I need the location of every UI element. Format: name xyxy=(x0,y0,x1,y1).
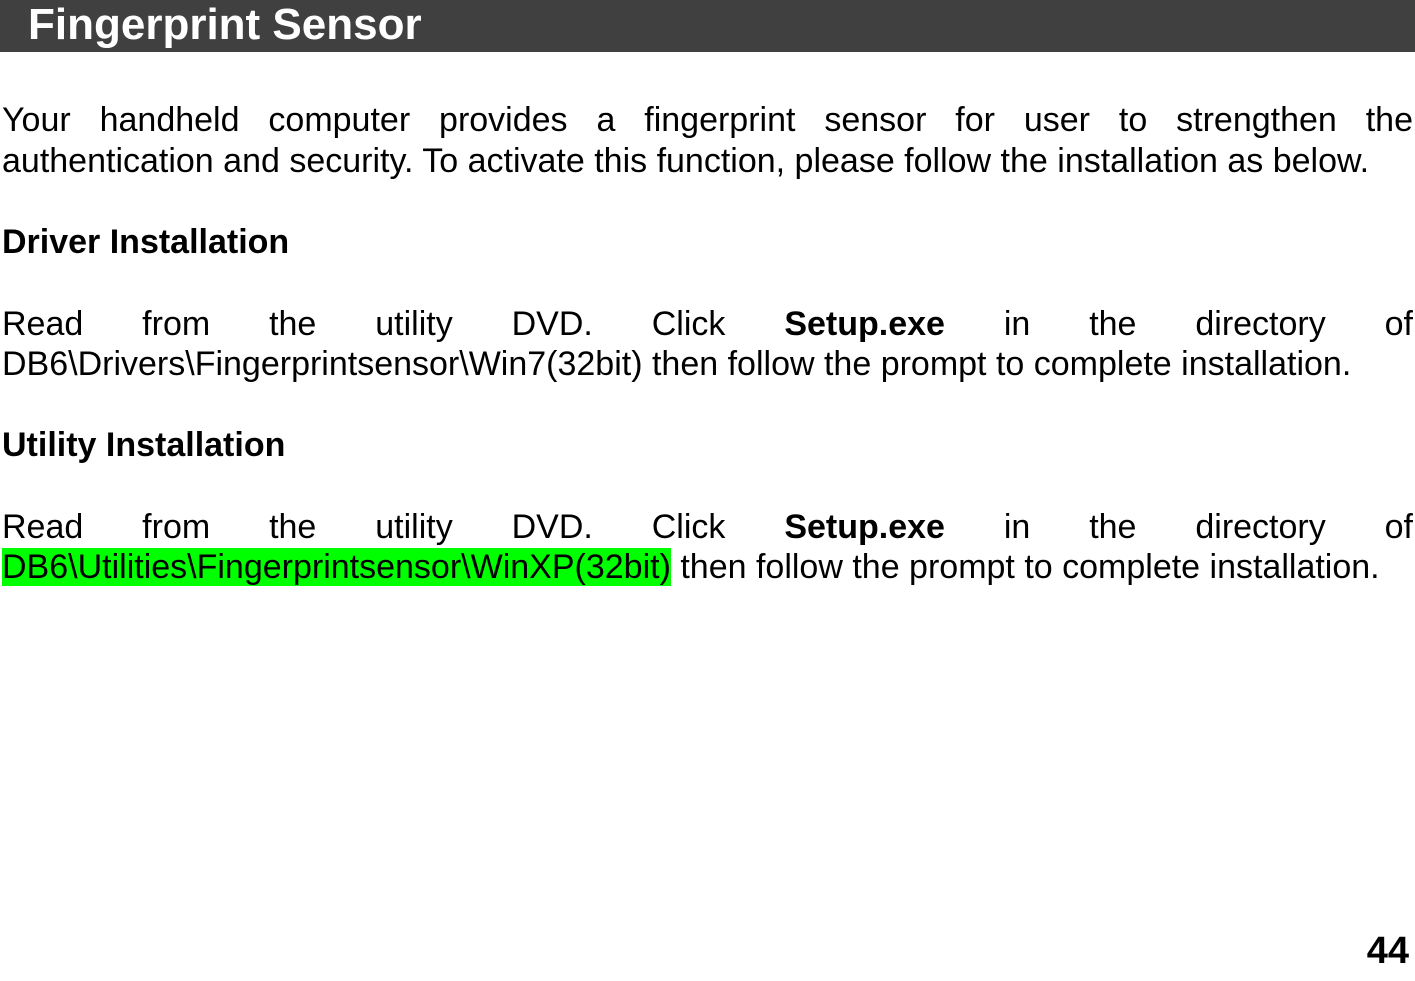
page-number: 44 xyxy=(1367,930,1409,973)
intro-paragraph: Your handheld computer provides a finger… xyxy=(2,100,1413,180)
utility-text-pre: Read from the utility DVD. Click xyxy=(2,508,784,546)
utility-text-mid1: in the directory of xyxy=(945,508,1413,546)
section-header: Fingerprint Sensor xyxy=(0,0,1415,52)
setup-exe-text: Setup.exe xyxy=(784,305,945,343)
section-title: Fingerprint Sensor xyxy=(28,0,422,49)
utility-paragraph: Read from the utility DVD. Click Setup.e… xyxy=(2,507,1413,587)
page-content: Your handheld computer provides a finger… xyxy=(0,100,1415,587)
utility-heading: Utility Installation xyxy=(2,426,1413,465)
setup-exe-text: Setup.exe xyxy=(784,508,945,546)
highlighted-path: DB6\Utilities\Fingerprintsensor\WinXP(32… xyxy=(2,548,671,586)
driver-paragraph: Read from the utility DVD. Click Setup.e… xyxy=(2,304,1413,384)
driver-text-pre: Read from the utility DVD. Click xyxy=(2,305,784,343)
driver-heading: Driver Installation xyxy=(2,223,1413,262)
utility-text-mid2: then follow the prompt to complete insta… xyxy=(671,548,1380,586)
